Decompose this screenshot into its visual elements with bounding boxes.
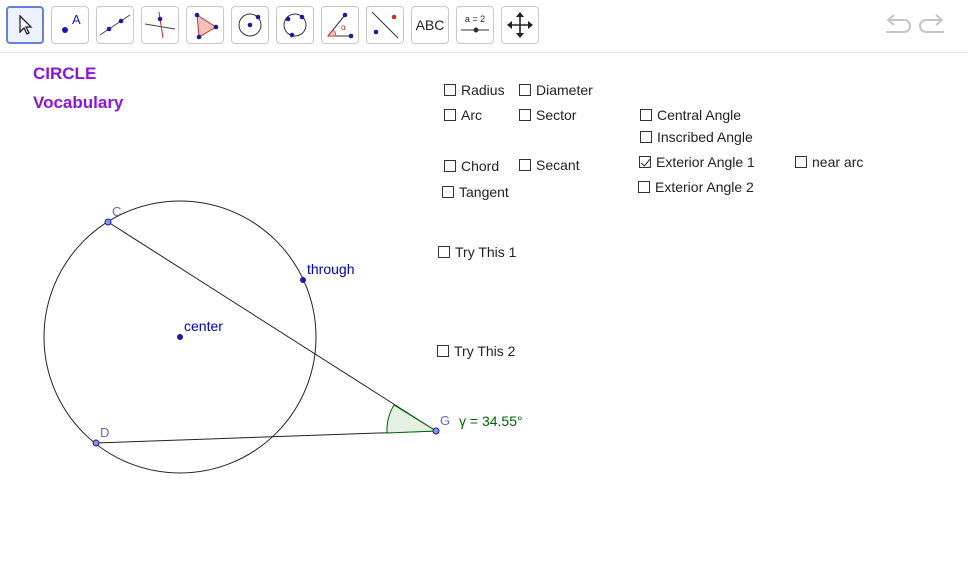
point-d-label: D	[100, 425, 109, 440]
cursor-arrow-icon	[19, 14, 33, 35]
line-icon	[99, 14, 131, 36]
move-arrows-icon	[507, 12, 533, 38]
point-tool-button[interactable]: A	[51, 6, 89, 44]
point-c[interactable]	[104, 218, 112, 226]
svg-text:a = 2: a = 2	[465, 14, 485, 24]
polygon-icon	[194, 12, 219, 40]
angle-icon: α	[327, 12, 354, 39]
undo-icon	[886, 14, 911, 33]
move-tool-button[interactable]	[6, 6, 44, 44]
circle-center-icon	[238, 13, 262, 37]
point-c-label: C	[112, 204, 121, 219]
point-g[interactable]	[432, 427, 440, 435]
slider-icon: a = 2	[461, 14, 489, 33]
exterior-angle-sector[interactable]	[386, 404, 438, 434]
text-tool-label: ABC	[415, 17, 445, 33]
circle-three-points-icon	[283, 13, 307, 38]
graphics-view[interactable]: C D G through center γ = 34.55°	[0, 53, 968, 567]
point-icon: A	[62, 12, 81, 33]
through-label: through	[307, 261, 354, 277]
line-tool-button[interactable]	[96, 6, 134, 44]
svg-text:α: α	[341, 23, 346, 32]
point-g-label: G	[440, 413, 450, 428]
undo-button[interactable]	[882, 12, 912, 43]
center-label: center	[184, 318, 223, 334]
svg-text:A: A	[72, 12, 81, 27]
circle-three-points-tool-button[interactable]	[276, 6, 314, 44]
perpendicular-line-tool-button[interactable]	[141, 6, 179, 44]
redo-button[interactable]	[918, 12, 948, 43]
angle-tool-button[interactable]: α	[321, 6, 359, 44]
secant-line-cg[interactable]	[107, 221, 437, 432]
circle-center-point-tool-button[interactable]	[231, 6, 269, 44]
perpendicular-line-icon	[144, 11, 176, 39]
reflect-tool-button[interactable]	[366, 6, 404, 44]
reflect-icon	[371, 11, 399, 39]
point-through[interactable]	[300, 277, 306, 283]
point-center[interactable]	[177, 334, 183, 340]
text-tool-button[interactable]: ABC	[411, 6, 449, 44]
move-graphics-view-tool-button[interactable]	[501, 6, 539, 44]
secant-line-dg[interactable]	[95, 430, 437, 444]
slider-tool-button[interactable]: a = 2	[456, 6, 494, 44]
point-d[interactable]	[92, 439, 100, 447]
redo-icon	[919, 14, 944, 33]
angle-value-label: γ = 34.55°	[459, 413, 523, 429]
polygon-tool-button[interactable]	[186, 6, 224, 44]
toolbar: A α ABC a = 2	[0, 0, 968, 53]
